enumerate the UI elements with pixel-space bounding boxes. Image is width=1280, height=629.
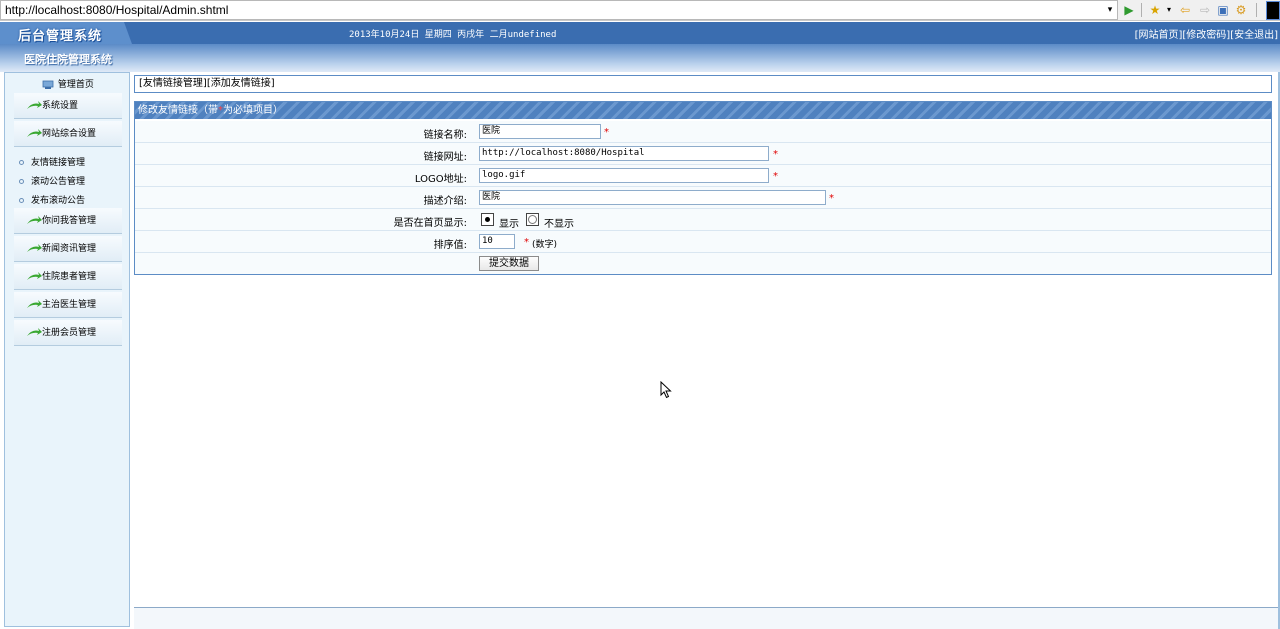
go-icon[interactable]: ▶ bbox=[1122, 2, 1136, 18]
submit-button[interactable]: 提交数据 bbox=[479, 256, 539, 271]
description-label: 描述介绍: bbox=[423, 196, 467, 207]
sidebar-item-news[interactable]: 新闻资讯管理 bbox=[14, 236, 122, 262]
show-home-label: 是否在首页显示: bbox=[393, 218, 467, 229]
screen-preview-icon bbox=[1266, 1, 1280, 20]
form-heading: 修改友情链接（带*为必填项目） bbox=[135, 102, 1271, 119]
sort-input[interactable]: 10 bbox=[479, 234, 515, 249]
favorites-icon[interactable]: ★ bbox=[1148, 2, 1162, 18]
show-yes-radio[interactable] bbox=[481, 213, 494, 226]
row-submit: 提交数据 bbox=[135, 253, 1271, 274]
edit-link-form: 修改友情链接（带*为必填项目） 链接名称: 医院 * 链接网址: http://… bbox=[134, 101, 1272, 275]
radio-dot bbox=[485, 217, 490, 222]
green-arrow-icon bbox=[27, 216, 42, 224]
browser-toolbar: http://localhost:8080/Hospital/Admin.sht… bbox=[0, 0, 1280, 21]
link-name-label: 链接名称: bbox=[423, 130, 467, 141]
logout-link[interactable]: [安全退出] bbox=[1230, 30, 1278, 41]
sidebar-item-members[interactable]: 注册会员管理 bbox=[14, 320, 122, 346]
sidebar-item-site-settings[interactable]: 网站综合设置 bbox=[14, 121, 122, 147]
sidebar-sub-label: 发布滚动公告 bbox=[31, 196, 86, 206]
sidebar-item-label: 新闻资讯管理 bbox=[42, 244, 97, 254]
sidebar-sub-friend-links[interactable]: 友情链接管理 bbox=[19, 155, 85, 168]
bullet-icon bbox=[19, 179, 24, 184]
form-heading-text: 修改友情链接（带 bbox=[138, 105, 218, 116]
system-title: 医院住院管理系统 bbox=[24, 53, 112, 66]
sort-hint: (数字) bbox=[532, 240, 558, 250]
form-heading-text: 为必填项目） bbox=[223, 105, 283, 116]
sidebar-item-system-settings[interactable]: 系统设置 bbox=[14, 93, 122, 119]
site-home-link[interactable]: [网站首页] bbox=[1135, 30, 1183, 41]
change-password-link[interactable]: [修改密码] bbox=[1182, 30, 1230, 41]
favorites-dropdown-icon[interactable]: ▾ bbox=[1164, 2, 1174, 18]
green-arrow-icon bbox=[27, 300, 42, 308]
mouse-cursor-icon bbox=[660, 381, 672, 399]
green-arrow-icon bbox=[27, 328, 42, 336]
header-datetime: 2013年10月24日 星期四 丙戌年 二月undefined bbox=[349, 30, 557, 40]
sidebar-item-doctors[interactable]: 主治医生管理 bbox=[14, 292, 122, 318]
settings-icon[interactable]: ⚙ bbox=[1234, 2, 1248, 18]
sidebar-item-qa[interactable]: 你问我答管理 bbox=[14, 208, 122, 234]
toolbar-separator bbox=[1141, 3, 1142, 17]
sidebar-home-label: 管理首页 bbox=[57, 80, 94, 90]
logo: 后台管理系统 bbox=[18, 29, 103, 44]
add-friend-link-link[interactable]: [添加友情链接] bbox=[207, 78, 275, 89]
sidebar-item-label: 你问我答管理 bbox=[42, 216, 97, 226]
bullet-icon bbox=[19, 198, 24, 203]
sidebar-sub-label: 滚动公告管理 bbox=[31, 177, 86, 187]
sidebar-item-label: 住院患者管理 bbox=[42, 272, 97, 282]
row-link-url: 链接网址: http://localhost:8080/Hospital * bbox=[135, 143, 1271, 165]
forward-icon[interactable]: ⇨ bbox=[1198, 2, 1212, 18]
link-name-input[interactable]: 医院 bbox=[479, 124, 601, 139]
dropdown-icon[interactable]: ▾ bbox=[1104, 2, 1116, 18]
row-link-name: 链接名称: 医院 * bbox=[135, 121, 1271, 143]
green-arrow-icon bbox=[27, 129, 42, 137]
home-icon bbox=[42, 80, 54, 89]
back-icon[interactable]: ⇦ bbox=[1178, 2, 1192, 18]
show-no-radio[interactable] bbox=[526, 213, 539, 226]
green-arrow-icon bbox=[27, 101, 42, 109]
logo-label: LOGO地址: bbox=[414, 174, 467, 185]
toolbar-separator bbox=[1256, 3, 1257, 17]
row-description: 描述介绍: 医院 * bbox=[135, 187, 1271, 209]
bottom-strip bbox=[134, 608, 1280, 629]
row-show-home: 是否在首页显示: 显示 不显示 bbox=[135, 209, 1271, 231]
link-url-input[interactable]: http://localhost:8080/Hospital bbox=[479, 146, 769, 161]
sidebar-item-label: 注册会员管理 bbox=[42, 328, 97, 338]
main-content-area bbox=[134, 276, 1280, 607]
required-star: * bbox=[829, 193, 834, 204]
required-star: * bbox=[524, 237, 529, 248]
show-no-label: 不显示 bbox=[544, 219, 574, 230]
required-star: * bbox=[773, 171, 778, 182]
sidebar-sub-notice-manage[interactable]: 滚动公告管理 bbox=[19, 174, 85, 187]
sidebar-item-patients[interactable]: 住院患者管理 bbox=[14, 264, 122, 290]
sub-banner bbox=[0, 44, 1280, 72]
friend-link-manage-link[interactable]: [友情链接管理] bbox=[139, 78, 207, 89]
sort-label: 排序值: bbox=[433, 240, 467, 251]
green-arrow-icon bbox=[27, 272, 42, 280]
logo-input[interactable]: logo.gif bbox=[479, 168, 769, 183]
radio-ring bbox=[528, 215, 537, 224]
address-bar[interactable]: http://localhost:8080/Hospital/Admin.sht… bbox=[0, 0, 1118, 20]
required-star: * bbox=[604, 127, 609, 138]
show-yes-label: 显示 bbox=[499, 219, 519, 230]
top-links: [网站首页][修改密码][安全退出] bbox=[1135, 26, 1278, 41]
sidebar-item-label: 主治医生管理 bbox=[42, 300, 97, 310]
bullet-icon bbox=[19, 160, 24, 165]
breadcrumb: [友情链接管理][添加友情链接] bbox=[134, 75, 1272, 93]
link-url-label: 链接网址: bbox=[423, 152, 467, 163]
sidebar: 管理首页 系统设置 网站综合设置 友情链接管理 滚动公告管理 发布滚动公告 你问… bbox=[4, 72, 130, 627]
page-icon[interactable]: ▣ bbox=[1216, 2, 1230, 18]
sidebar-sub-publish-notice[interactable]: 发布滚动公告 bbox=[19, 193, 85, 206]
sidebar-item-label: 系统设置 bbox=[42, 101, 79, 111]
sidebar-sub-label: 友情链接管理 bbox=[31, 158, 86, 168]
description-input[interactable]: 医院 bbox=[479, 190, 826, 205]
sidebar-item-label: 网站综合设置 bbox=[42, 129, 97, 139]
sidebar-home[interactable]: 管理首页 bbox=[41, 77, 94, 90]
required-star: * bbox=[773, 149, 778, 160]
green-arrow-icon bbox=[27, 244, 42, 252]
row-sort: 排序值: 10 * (数字) bbox=[135, 231, 1271, 253]
row-logo: LOGO地址: logo.gif * bbox=[135, 165, 1271, 187]
top-banner bbox=[0, 22, 1280, 44]
